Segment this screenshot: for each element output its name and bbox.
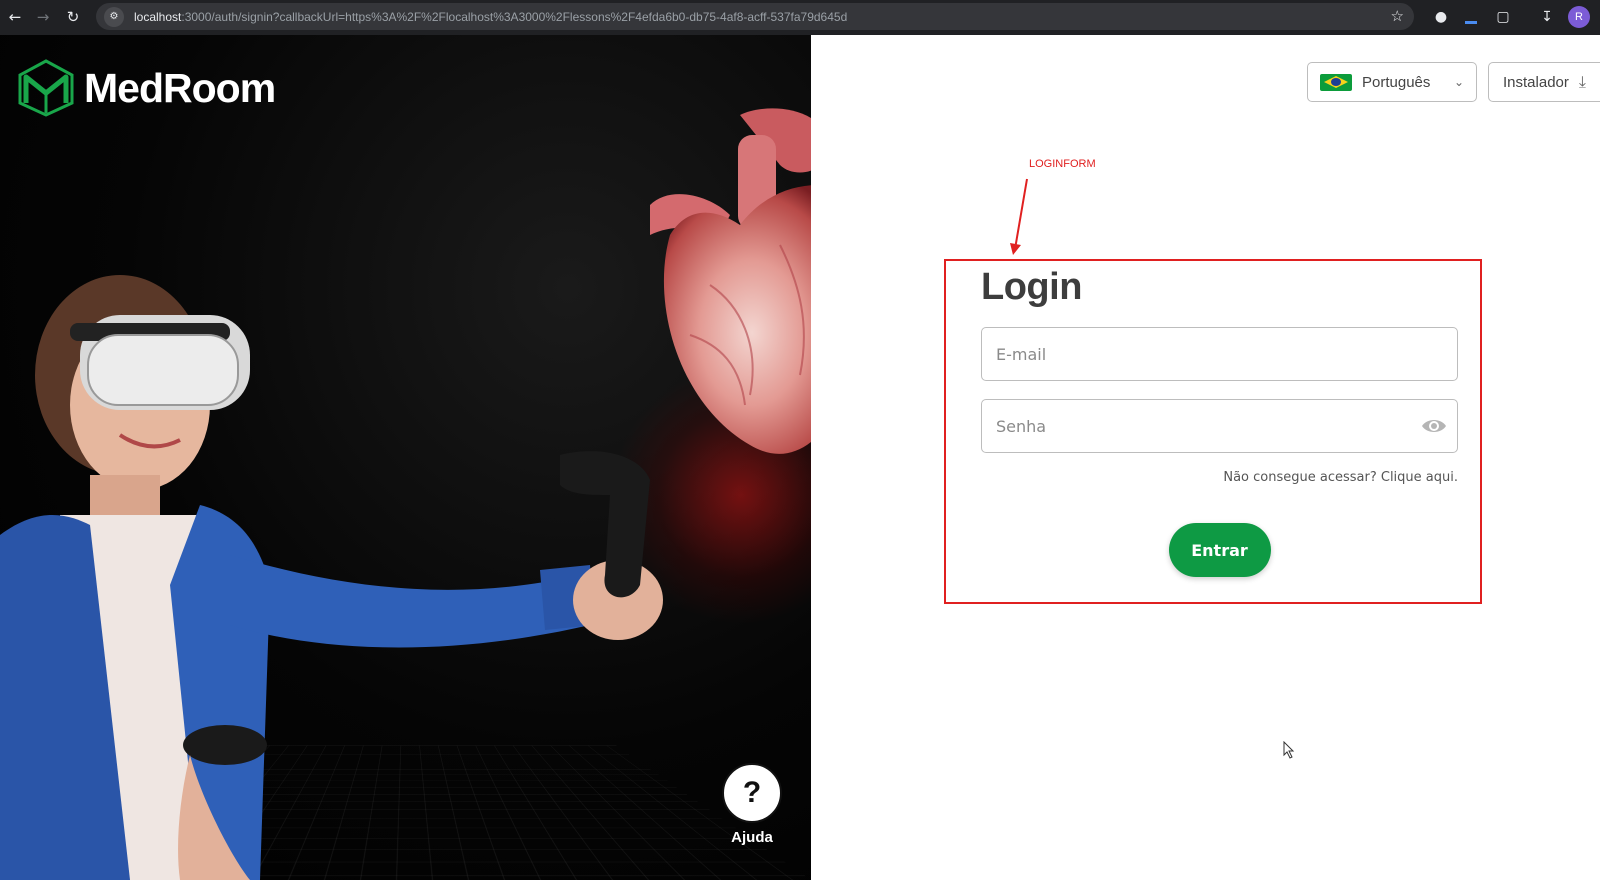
forgot-access-link[interactable]: Não consegue acessar? Clique aqui. — [1223, 470, 1458, 485]
bookmark-star-icon[interactable]: ☆ — [1391, 7, 1404, 25]
hero-panel: MedRoom ? Ajuda — [0, 35, 811, 880]
submit-row: Entrar — [981, 523, 1458, 577]
forward-icon[interactable]: → — [28, 2, 58, 32]
password-field[interactable] — [981, 399, 1458, 453]
download-icon: ⤓ — [1578, 72, 1586, 91]
vr-woman-illustration — [0, 275, 663, 880]
login-panel: Português ⌄ Instalador ⤓ LOGINFORM Login… — [811, 35, 1600, 880]
extensions-puzzle-icon[interactable]: ▢ — [1492, 6, 1514, 28]
login-title: Login — [981, 266, 1082, 308]
email-field[interactable] — [981, 327, 1458, 381]
brazil-flag-icon — [1320, 73, 1352, 91]
language-label: Português — [1362, 73, 1431, 91]
chevron-down-icon: ⌄ — [1453, 75, 1464, 89]
brand-name: MedRoom — [84, 64, 276, 111]
installer-button[interactable]: Instalador ⤓ — [1488, 62, 1600, 102]
help-label[interactable]: Ajuda — [731, 829, 773, 846]
extension-icon[interactable]: ● — [1430, 6, 1452, 28]
forgot-access-link-row: Não consegue acessar? Clique aqui. — [981, 470, 1458, 485]
login-form: Login Não consegue acessar? Clique aqui.… — [981, 260, 1458, 577]
profile-avatar[interactable]: R — [1568, 6, 1590, 28]
show-password-eye-icon[interactable] — [1421, 416, 1447, 436]
email-input[interactable] — [996, 344, 1443, 364]
help-question-icon[interactable]: ? — [722, 763, 782, 823]
medroom-logo: MedRoom — [18, 59, 276, 117]
site-info-icon[interactable]: ⚙ — [104, 6, 124, 27]
language-select[interactable]: Português ⌄ — [1307, 62, 1477, 102]
extension-active-icon[interactable] — [1460, 6, 1482, 28]
url-path: :3000/auth/signin?callbackUrl=https%3A%2… — [181, 9, 848, 24]
back-icon[interactable]: ← — [0, 2, 30, 32]
password-input[interactable] — [996, 416, 1443, 436]
login-submit-button[interactable]: Entrar — [1168, 523, 1271, 577]
url-host: localhost — [134, 9, 182, 24]
annotation-label: LOGINFORM — [1029, 158, 1096, 170]
url-text[interactable]: localhost:3000/auth/signin?callbackUrl=h… — [134, 10, 847, 24]
address-bar[interactable]: ⚙ localhost:3000/auth/signin?callbackUrl… — [96, 3, 1414, 30]
medroom-mark-icon — [18, 59, 74, 117]
reload-icon[interactable]: ↻ — [58, 2, 88, 32]
browser-toolbar: ← → ↻ ⚙ localhost:3000/auth/signin?callb… — [0, 0, 1600, 35]
download-icon[interactable]: ↧ — [1536, 6, 1558, 28]
mouse-cursor-icon — [1283, 741, 1295, 759]
installer-label: Instalador — [1503, 73, 1569, 91]
help-button[interactable]: ? Ajuda — [720, 763, 784, 846]
